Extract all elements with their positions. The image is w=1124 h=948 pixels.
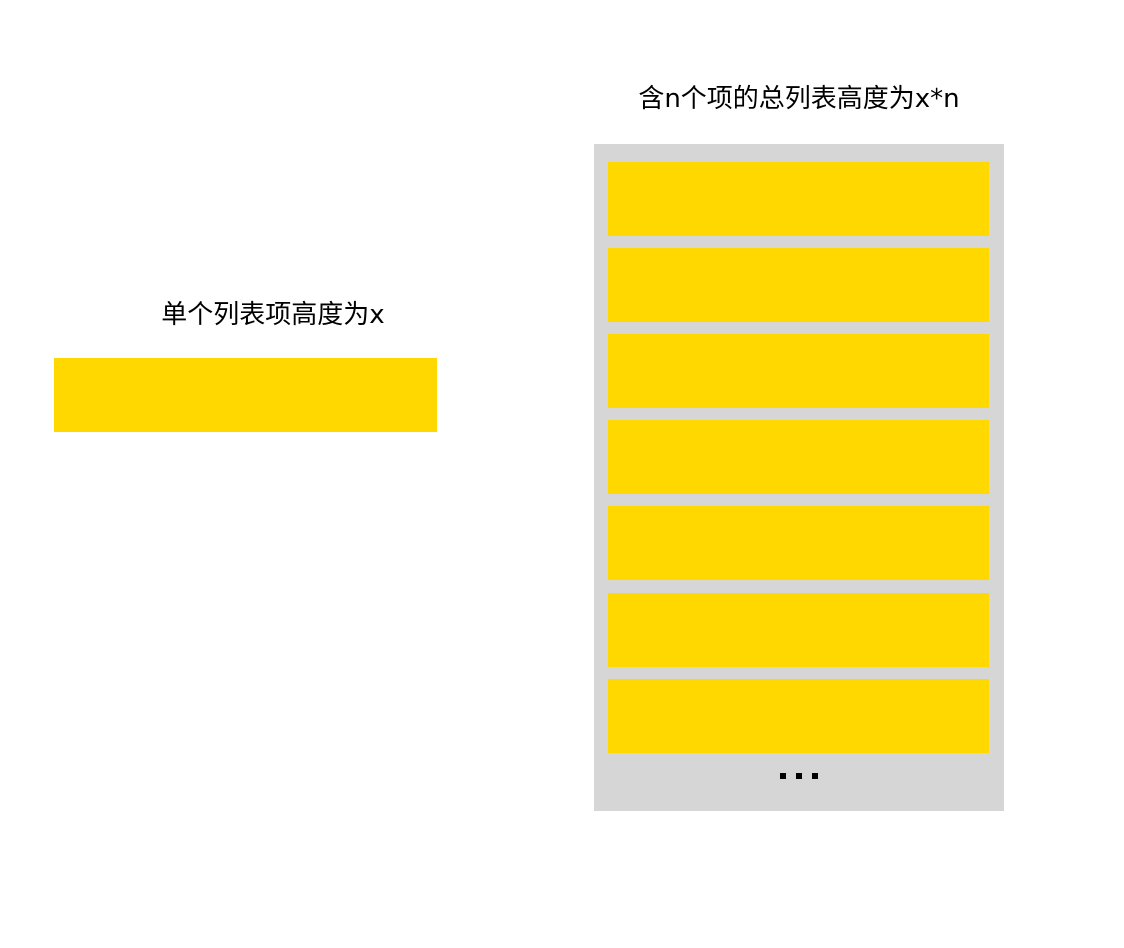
list-item [608, 334, 989, 408]
ellipsis [594, 756, 1004, 796]
list-container [594, 144, 1004, 811]
list-caption: 含n个项的总列表高度为x*n [638, 84, 960, 114]
ellipsis-dot [780, 773, 786, 779]
single-item-caption: 单个列表项高度为x [161, 300, 385, 330]
list-item [608, 679, 989, 753]
list-item [608, 593, 989, 667]
list-item [608, 162, 989, 236]
ellipsis-dot [796, 773, 802, 779]
ellipsis-dot [812, 773, 818, 779]
list-item [608, 248, 989, 322]
single-list-item [54, 358, 437, 432]
list-item [608, 506, 989, 580]
list-item [608, 420, 989, 494]
